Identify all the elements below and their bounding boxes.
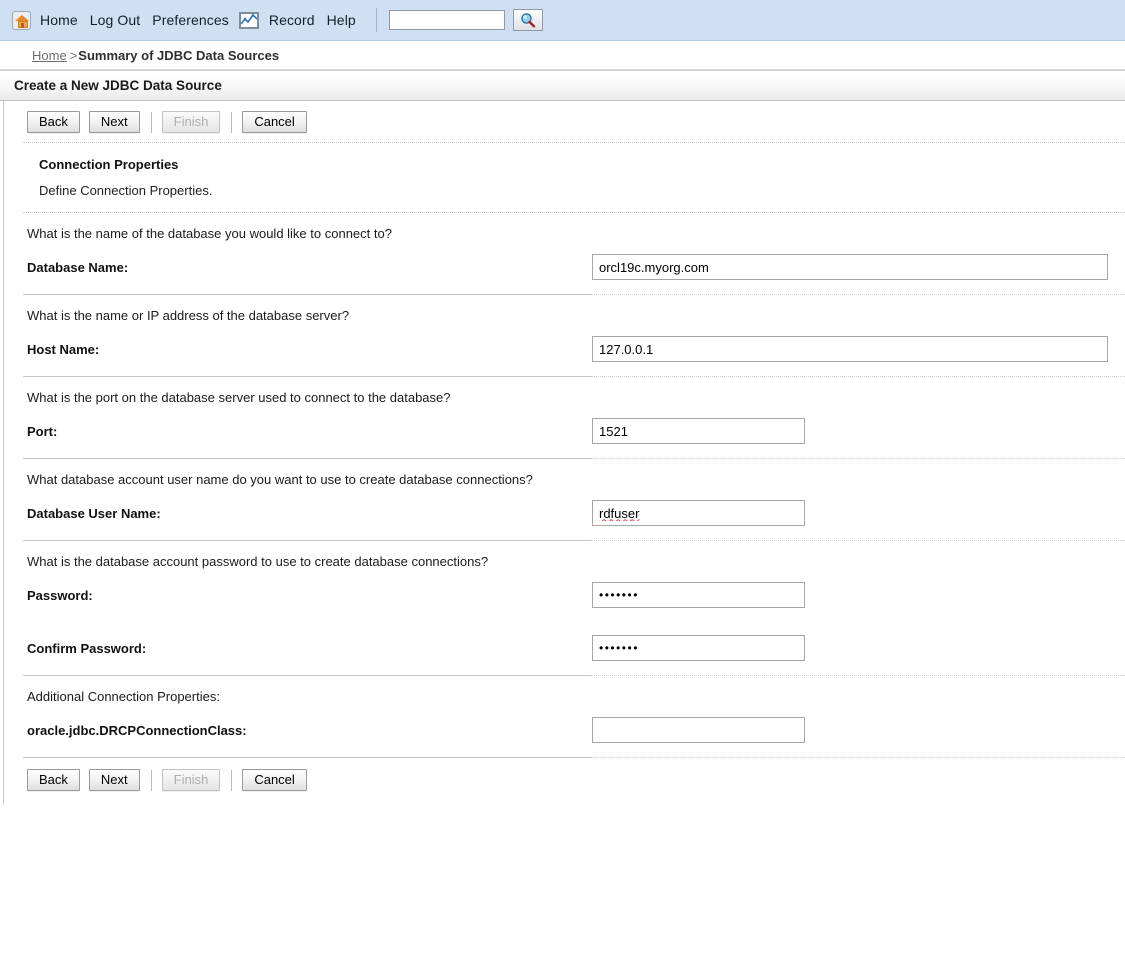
field-label: Confirm Password: [27, 640, 147, 656]
connection-properties-form: What is the name of the database you wou… [5, 213, 1125, 758]
step-subtitle: Define Connection Properties. [39, 183, 213, 198]
cancel-button-bottom[interactable]: Cancel [242, 769, 307, 791]
breadcrumb: Home > Summary of JDBC Data Sources [0, 41, 1125, 70]
database-user-name-input[interactable] [592, 500, 805, 526]
port-input[interactable] [592, 418, 805, 444]
top-toolbar: Home Log Out Preferences Record Help [0, 0, 1125, 41]
wizard-content: Back Next Finish Cancel Connection Prope… [0, 101, 1125, 805]
password-input[interactable] [592, 582, 805, 608]
toolbar-home-link[interactable]: Home [34, 12, 84, 28]
button-divider [231, 111, 233, 133]
magnifier-icon [514, 12, 542, 28]
form-question: What is the name or IP address of the da… [27, 308, 350, 323]
field-label: Port: [27, 423, 58, 439]
form-field-row: Host Name: [5, 323, 1125, 376]
form-field-row: Database User Name: [5, 487, 1125, 540]
form-field-row: Confirm Password: [5, 622, 1125, 675]
back-button-top[interactable]: Back [27, 111, 80, 133]
host-name-input[interactable] [592, 336, 1108, 362]
next-button-bottom[interactable]: Next [88, 769, 140, 791]
button-divider [150, 111, 152, 133]
toolbar-divider [375, 8, 377, 32]
home-icon [12, 10, 31, 30]
toolbar-help-link[interactable]: Help [321, 12, 362, 28]
toolbar-logout-link[interactable]: Log Out [84, 12, 147, 28]
chart-record-icon [238, 11, 259, 29]
cancel-button-top[interactable]: Cancel [242, 111, 307, 133]
section-divider [23, 376, 1125, 377]
field-label: Database Name: [27, 259, 129, 275]
field-label: Database User Name: [27, 505, 161, 521]
field-label: oracle.jdbc.DRCPConnectionClass: [27, 722, 247, 738]
form-question: Additional Connection Properties: [27, 689, 220, 704]
drcp-connection-class-input[interactable] [592, 717, 805, 743]
form-question: What is the name of the database you wou… [27, 226, 392, 241]
wizard-buttons-bottom: Back Next Finish Cancel [5, 758, 1125, 805]
section-divider [23, 458, 1125, 459]
finish-button-bottom: Finish [161, 769, 221, 791]
form-field-row: oracle.jdbc.DRCPConnectionClass: [5, 704, 1125, 757]
field-label: Password: [27, 587, 93, 603]
toolbar-record-link[interactable]: Record [263, 12, 321, 28]
search-input[interactable] [388, 10, 505, 30]
wizard-buttons-top: Back Next Finish Cancel [5, 101, 1125, 142]
breadcrumb-separator: > [69, 47, 78, 63]
form-field-row: Port: [5, 405, 1125, 458]
step-heading: Connection Properties [39, 157, 179, 172]
confirm-password-input[interactable] [592, 635, 805, 661]
search-button[interactable] [512, 9, 543, 31]
form-field-row: Database Name: [5, 241, 1125, 294]
admin-console-page: Home Log Out Preferences Record Help Hom… [0, 0, 1125, 976]
form-question: What database account user name do you w… [27, 472, 533, 487]
back-button-bottom[interactable]: Back [27, 769, 80, 791]
next-button-top[interactable]: Next [88, 111, 140, 133]
form-question: What is the port on the database server … [27, 390, 451, 405]
section-divider [23, 757, 1125, 758]
page-title: Create a New JDBC Data Source [0, 70, 1125, 101]
finish-button-top: Finish [161, 111, 221, 133]
form-question: What is the database account password to… [27, 554, 489, 569]
field-label: Host Name: [27, 341, 100, 357]
button-divider [150, 769, 152, 791]
form-field-row: Password: [5, 569, 1125, 622]
section-divider [23, 540, 1125, 541]
toolbar-preferences-link[interactable]: Preferences [146, 12, 235, 28]
breadcrumb-home-link[interactable]: Home [32, 48, 67, 63]
section-divider [23, 294, 1125, 295]
section-divider [23, 675, 1125, 676]
breadcrumb-current: Summary of JDBC Data Sources [78, 47, 280, 63]
button-divider [231, 769, 233, 791]
database-name-input[interactable] [592, 254, 1108, 280]
